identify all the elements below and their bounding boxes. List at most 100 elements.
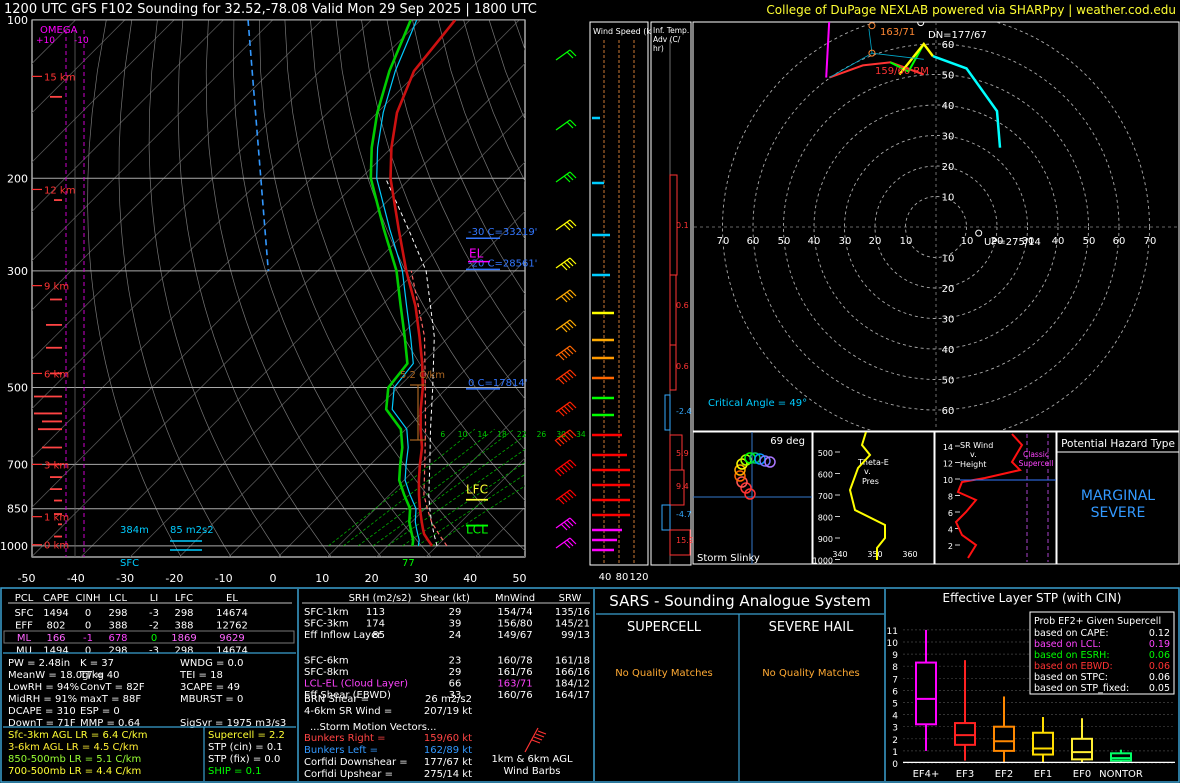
hodograph-ring-label: 30 bbox=[942, 315, 955, 326]
prob-label: based on LCL: bbox=[1034, 639, 1101, 650]
srw-value: 164/17 bbox=[555, 690, 590, 701]
sr-wind-title-1: SR Wind bbox=[960, 441, 993, 450]
prob-value: 0.12 bbox=[1149, 628, 1170, 639]
mean-wind-value: 161/76 bbox=[497, 667, 532, 678]
brn-value: 26 m2/s2 bbox=[425, 694, 472, 705]
prob-value: 0.06 bbox=[1149, 650, 1170, 661]
mixing-ratio-label: 26 bbox=[537, 430, 547, 439]
omega-label: OMEGA bbox=[40, 25, 78, 36]
temp-advection-value: 0.6 bbox=[676, 362, 689, 371]
stp-box bbox=[1032, 731, 1054, 756]
mean-wind-value: 160/76 bbox=[497, 690, 532, 701]
index-value: LowRH = 94% bbox=[8, 682, 79, 693]
temp-tick-label: -10 bbox=[215, 572, 233, 585]
sars-title: SARS - Sounding Analogue System bbox=[609, 592, 870, 610]
temp-minus30-level: -30 C=33219' bbox=[468, 227, 537, 238]
index-value: WNDG = 0.0 bbox=[180, 658, 243, 669]
sars-supercell: SUPERCELL bbox=[627, 620, 702, 635]
sfc-temp-label: 77 bbox=[402, 558, 415, 569]
stp-y-tick: 1 bbox=[892, 748, 898, 758]
hodograph-panel: 70 60 50 40 30 20 10 10 20 30 40 50 60 70 60 60 50 50 40 40… bbox=[692, 21, 1180, 432]
storm-vector-label: Corfidi Upshear = bbox=[304, 769, 393, 780]
parcel-cell: -1 bbox=[83, 633, 93, 644]
srw-value: 161/18 bbox=[555, 656, 590, 667]
theta-title-2: v. bbox=[864, 467, 871, 476]
prob-value: 0.05 bbox=[1149, 683, 1170, 694]
height-label: 0 km bbox=[44, 541, 69, 552]
kinematic-header: SRW bbox=[559, 593, 582, 604]
sr-wind-label-2: Supercell bbox=[1019, 459, 1054, 468]
parcel-header: PCL bbox=[15, 593, 34, 604]
parcel-header: LI bbox=[150, 593, 159, 604]
stp-box bbox=[1071, 737, 1093, 761]
srh-value-label: 85 m2s2 bbox=[170, 525, 214, 536]
sr46-value: 207/19 kt bbox=[424, 706, 472, 717]
temp-tick-label: 10 bbox=[315, 572, 329, 585]
theta-y-tick: 600 bbox=[818, 471, 833, 480]
srw-value: 99/13 bbox=[561, 630, 590, 641]
index-value: PW = 2.48in bbox=[8, 658, 70, 669]
srw-value: 135/16 bbox=[555, 607, 590, 618]
lcl-label: LCL bbox=[466, 522, 488, 536]
stp-y-tick: 0 bbox=[892, 760, 898, 770]
bunkers-left-label: 163/71 bbox=[880, 27, 915, 38]
sounding-display: 1200 UTC GFS F102 Sounding for 32.52,-78… bbox=[0, 0, 1180, 783]
index-value: maxT = 88F bbox=[80, 694, 141, 705]
hodograph-axis-label: 10 bbox=[961, 236, 974, 247]
parcel-cell: 298 bbox=[108, 646, 127, 657]
stp-box bbox=[1110, 752, 1132, 762]
temp-tick-label: -50 bbox=[18, 572, 36, 585]
prob-value: 0.19 bbox=[1149, 639, 1170, 650]
stp-y-tick: 3 bbox=[892, 724, 898, 734]
parcel-cell: ML bbox=[17, 633, 32, 644]
mean-wind-value: 160/78 bbox=[497, 656, 532, 667]
index-value: MidRH = 91% bbox=[8, 694, 77, 705]
mean-wind-value: 154/74 bbox=[497, 607, 532, 618]
hazard-title: Potential Hazard Type bbox=[1061, 438, 1175, 450]
stp-category: EF0 bbox=[1073, 769, 1091, 780]
sr-wind-panel: 14 12 10 8 6 4 2 SR Windv.Height ClassicSupercel… bbox=[934, 431, 1057, 565]
theta-title-3: Pres bbox=[862, 477, 879, 486]
parcel-cell: 388 bbox=[108, 621, 127, 632]
parcel-cell: 1494 bbox=[43, 608, 68, 619]
stp-y-tick: 9 bbox=[892, 651, 898, 661]
hazard-value-line2: SEVERE bbox=[1091, 505, 1146, 521]
stp-y-tick: 6 bbox=[892, 687, 898, 697]
stp-box bbox=[993, 725, 1015, 752]
hodograph-ring-label: 10 bbox=[942, 254, 955, 265]
temp-advection-value: 15.9 bbox=[676, 536, 694, 545]
kinematic-label: SFC-1km bbox=[304, 607, 349, 618]
lapse-rate-line: 3-6km AGL LR = 4.5 C/km bbox=[8, 742, 138, 753]
temp-tick-label: -40 bbox=[67, 572, 85, 585]
pressure-tick-label: 700 bbox=[7, 458, 28, 471]
hodograph-axis-label: 60 bbox=[747, 236, 760, 247]
hodograph-ring-label: 50 bbox=[942, 71, 955, 82]
temp-tick-label: -30 bbox=[116, 572, 134, 585]
kinematic-label: Eff Inflow Layer bbox=[304, 630, 382, 641]
height-label: 9 km bbox=[44, 282, 69, 293]
parcel-cell: SFC bbox=[14, 608, 33, 619]
parcel-header: CAPE bbox=[43, 593, 69, 604]
mean-wind-value: 156/80 bbox=[497, 618, 532, 629]
sr-wind-y-tick: 10 bbox=[943, 476, 953, 485]
brn-label: BRN Shear = bbox=[304, 694, 369, 705]
theta-x-tick: 360 bbox=[902, 550, 917, 559]
sr-wind-y-tick: 6 bbox=[948, 509, 953, 518]
height-label: 1 km bbox=[44, 513, 69, 524]
mixing-ratio-label: 14 bbox=[477, 430, 487, 439]
theta-x-tick: 350 bbox=[867, 550, 882, 559]
stp-category: NONTOR bbox=[1099, 769, 1143, 780]
height-label: 3 km bbox=[44, 460, 69, 471]
lapse-rate-line: 850-500mb LR = 5.1 C/km bbox=[8, 754, 141, 765]
srh-value: 85 bbox=[372, 630, 385, 641]
sr-wind-label-1: Classic bbox=[1023, 450, 1049, 459]
parcel-cell: 298 bbox=[174, 646, 193, 657]
sr-wind-y-tick: 12 bbox=[943, 460, 953, 469]
pressure-tick-label: 100 bbox=[7, 14, 28, 27]
hazard-panel: Potential Hazard Type MARGINAL SEVERE bbox=[1056, 431, 1180, 565]
parcel-cell: 166 bbox=[46, 633, 65, 644]
hodograph-axis-label: 10 bbox=[900, 236, 913, 247]
el-label: EL bbox=[469, 247, 484, 261]
stp-y-tick: 8 bbox=[892, 663, 898, 673]
sars-hail-result: No Quality Matches bbox=[762, 668, 860, 679]
